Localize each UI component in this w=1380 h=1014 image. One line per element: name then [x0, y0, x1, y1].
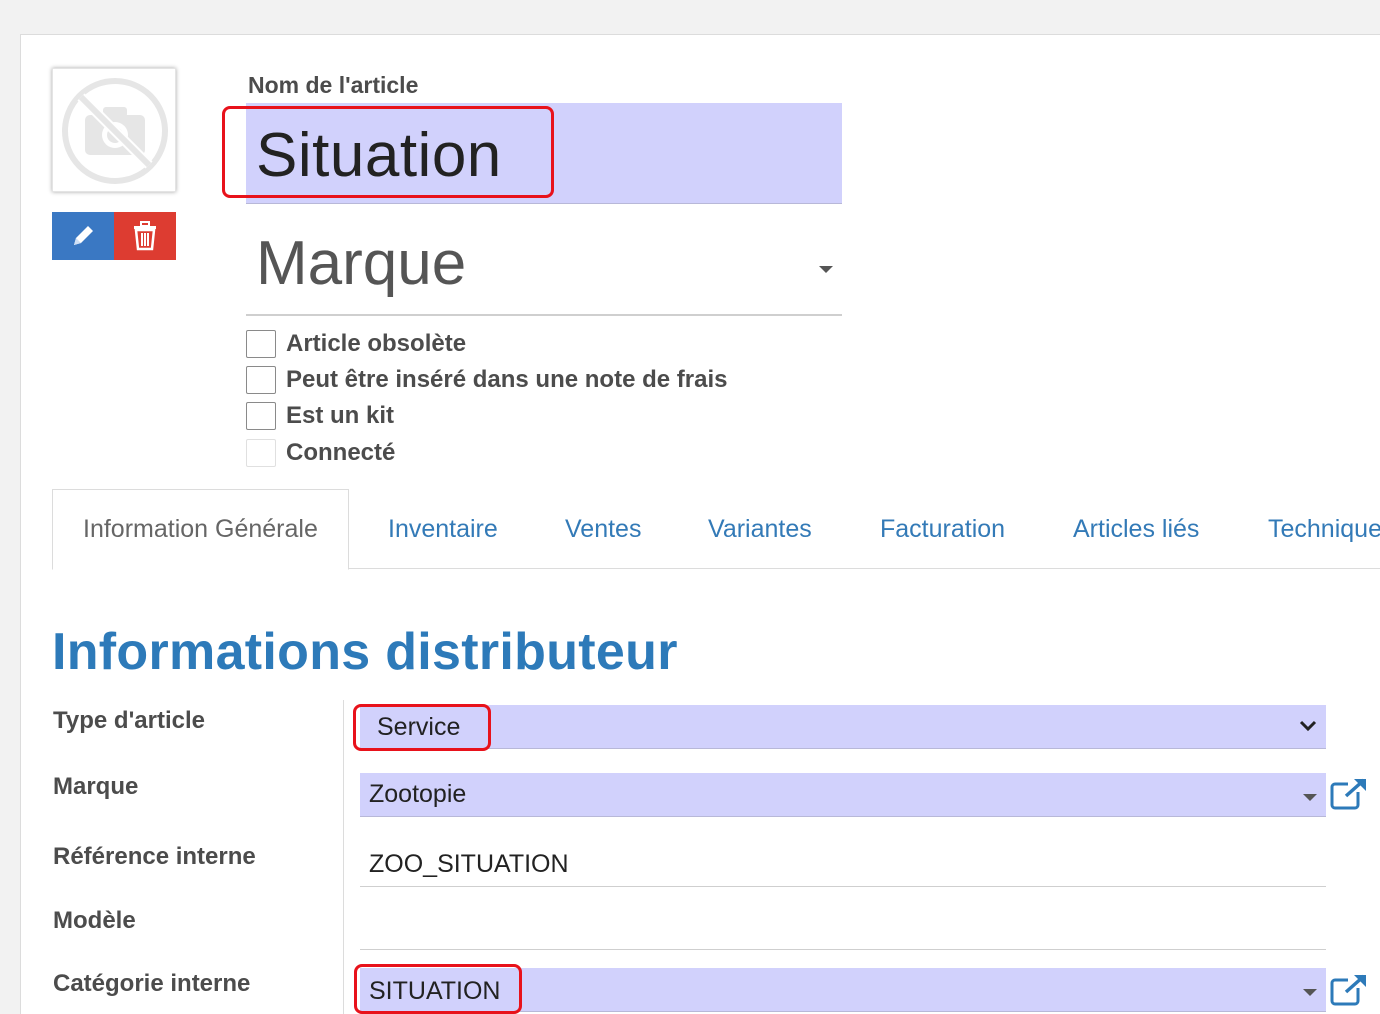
checkbox-row-obsolete[interactable]: Article obsolète: [246, 330, 466, 358]
type-article-value: Service: [377, 713, 461, 741]
delete-image-button[interactable]: [114, 212, 176, 260]
product-image-placeholder[interactable]: [52, 68, 176, 192]
product-name-value[interactable]: Situation: [256, 120, 502, 191]
type-article-select[interactable]: [360, 705, 1326, 749]
field-label-reference: Référence interne: [53, 843, 256, 870]
field-label-modele: Modèle: [53, 907, 136, 934]
checkbox-row-kit[interactable]: Est un kit: [246, 402, 394, 430]
trash-icon: [134, 221, 156, 251]
reference-value: ZOO_SITUATION: [369, 850, 569, 878]
external-link-icon[interactable]: [1330, 776, 1370, 812]
chevron-down-icon[interactable]: [1298, 719, 1318, 733]
pencil-icon: [74, 226, 93, 245]
tab-information-generale[interactable]: Information Générale: [52, 489, 349, 570]
tab-technique[interactable]: Technique: [1268, 489, 1380, 569]
categorie-select[interactable]: [360, 968, 1326, 1012]
modele-input[interactable]: [360, 906, 1326, 950]
external-link-icon[interactable]: [1330, 972, 1370, 1008]
checkbox-expense[interactable]: [246, 366, 276, 394]
checkbox-label: Est un kit: [286, 402, 395, 429]
marque-select[interactable]: [360, 773, 1326, 817]
checkbox-row-expense[interactable]: Peut être inséré dans une note de frais: [246, 366, 727, 394]
brand-placeholder: Marque: [256, 229, 467, 298]
marque-value: Zootopie: [369, 780, 467, 808]
checkbox-connected: [246, 439, 276, 467]
tab-facturation[interactable]: Facturation: [880, 489, 1005, 569]
caret-down-icon[interactable]: [1303, 794, 1317, 801]
no-image-camera-icon: [62, 78, 168, 184]
notebook-tabs: Information Générale Inventaire Ventes V…: [52, 489, 1380, 570]
tab-ventes[interactable]: Ventes: [565, 489, 641, 569]
field-label-categorie: Catégorie interne: [53, 970, 251, 997]
field-label-type-article: Type d'article: [53, 707, 205, 734]
field-label-marque: Marque: [53, 773, 139, 800]
caret-down-icon[interactable]: [819, 266, 833, 273]
checkbox-label: Article obsolète: [286, 330, 467, 357]
tab-variantes[interactable]: Variantes: [708, 489, 812, 569]
categorie-value: SITUATION: [369, 977, 501, 1005]
checkbox-kit[interactable]: [246, 402, 276, 430]
product-name-label: Nom de l'article: [248, 72, 419, 98]
edit-image-button[interactable]: [52, 212, 114, 260]
checkbox-row-connected: Connecté: [246, 439, 395, 467]
caret-down-icon[interactable]: [1303, 989, 1317, 996]
tab-inventaire[interactable]: Inventaire: [388, 489, 498, 569]
tab-articles-lies[interactable]: Articles liés: [1073, 489, 1199, 569]
field-separator: [343, 700, 344, 1014]
checkbox-obsolete[interactable]: [246, 330, 276, 358]
checkbox-label: Peut être inséré dans une note de frais: [286, 366, 728, 393]
checkbox-label: Connecté: [286, 439, 396, 466]
section-title: Informations distributeur: [52, 623, 678, 681]
